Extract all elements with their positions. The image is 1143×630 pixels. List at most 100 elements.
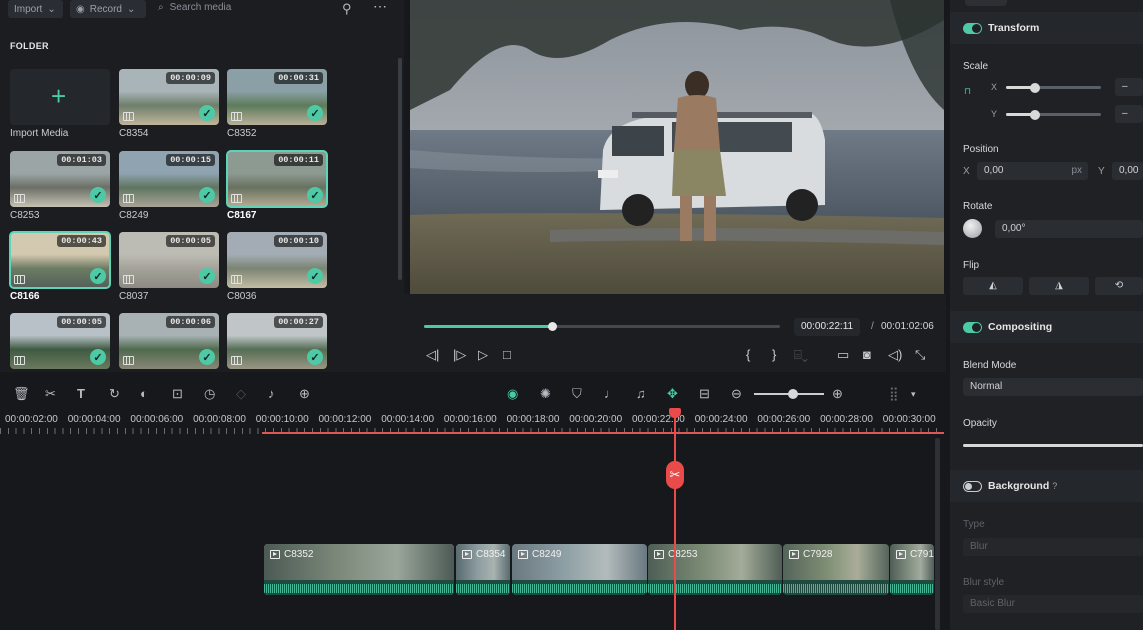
search-input[interactable]: Search media [170, 2, 232, 13]
previous-frame-icon[interactable]: ◁| [426, 348, 439, 361]
media-thumbnail[interactable]: 00:00:31 ✓ [227, 69, 327, 125]
more-options-icon[interactable]: ⋯ [373, 0, 387, 15]
timeline-clip[interactable]: C8354 [456, 544, 510, 595]
auto-caption-icon[interactable]: ⊕ [299, 386, 310, 402]
cut-icon[interactable]: ✂ [45, 386, 56, 402]
media-name: C8253 [10, 210, 40, 221]
effect-icon[interactable]: ✺ [540, 386, 551, 402]
snapshot-icon[interactable]: ◙ [863, 348, 871, 361]
position-x-field[interactable]: 0,00 px [977, 162, 1088, 180]
search-box[interactable]: ⌕ Search media [158, 2, 231, 13]
media-thumbnail[interactable]: 00:00:11 ✓ [226, 150, 328, 208]
rotate-dial[interactable] [963, 219, 982, 238]
compositing-toggle[interactable] [963, 322, 982, 333]
stop-icon[interactable]: □ [503, 348, 511, 361]
rotate-90-button[interactable]: ⟲ [1095, 277, 1143, 295]
playhead[interactable] [674, 410, 676, 630]
folder-label: FOLDER [10, 41, 49, 51]
play-icon[interactable]: ▷ [478, 348, 488, 361]
timeline-clip[interactable]: C8253 [648, 544, 782, 595]
speed-icon[interactable]: ↻ [109, 386, 120, 402]
flip-horizontal-button[interactable]: ◭ [963, 277, 1023, 295]
flip-label: Flip [963, 260, 980, 271]
zoom-slider[interactable] [754, 389, 824, 399]
timeline-clip[interactable]: C7928 [783, 544, 889, 595]
scale-x-field[interactable]: – [1115, 78, 1143, 96]
scale-x-slider[interactable] [1006, 83, 1101, 93]
help-icon[interactable]: ? [1052, 481, 1057, 491]
playback-scrubber[interactable] [548, 322, 558, 331]
media-thumbnail[interactable]: 00:00:15 ✓ [119, 151, 219, 207]
timeline-ruler[interactable]: 00:00:02:00 00:00:04:00 00:00:06:00 00:00:0… [0, 410, 944, 434]
filter-icon[interactable]: ⚲ [342, 1, 352, 17]
audio-adjust-icon[interactable]: ♪ [268, 386, 275, 401]
media-name: C8352 [227, 128, 257, 139]
background-toggle[interactable] [963, 481, 982, 492]
shield-icon[interactable]: ⛉ [572, 386, 582, 402]
position-y-field[interactable]: 0,00 [1112, 162, 1143, 180]
scale-y-slider[interactable] [1006, 110, 1101, 120]
scale-y-knob[interactable] [1030, 110, 1040, 120]
import-dropdown[interactable]: Import ⌄ [8, 0, 63, 18]
playback-progress-bar[interactable] [424, 322, 780, 331]
display-icon[interactable]: ▭ [837, 348, 849, 361]
media-thumbnail[interactable]: 00:00:10 ✓ [227, 232, 327, 288]
media-thumbnail[interactable]: 00:01:03 ✓ [10, 151, 110, 207]
timeline-clip[interactable]: C791 [890, 544, 934, 595]
chevron-down-icon[interactable]: ▾ [911, 389, 916, 400]
rotate-field[interactable]: 0,00° [995, 220, 1143, 238]
rotate-90-icon: ⟲ [1114, 280, 1124, 291]
snap-icon[interactable]: ◉ [507, 386, 518, 402]
delete-icon[interactable]: 🗑 [13, 386, 30, 402]
fit-icon[interactable]: ⊟ [699, 386, 710, 402]
zoom-knob[interactable] [788, 389, 798, 399]
scale-x-knob[interactable] [1030, 83, 1040, 93]
color-icon[interactable]: ◐ [140, 386, 148, 401]
media-scrollbar[interactable] [398, 58, 402, 280]
music-icon[interactable]: ♫ [636, 386, 646, 401]
opacity-slider[interactable] [963, 444, 1143, 447]
scale-y-field[interactable]: – [1115, 105, 1143, 123]
record-dropdown[interactable]: ◉ Record ⌄ [70, 0, 146, 18]
mark-out-icon[interactable]: } [772, 348, 776, 361]
media-thumbnail[interactable]: 00:00:43 ✓ [9, 231, 111, 289]
ruler-time-label: 00:00:10:00 [255, 414, 309, 425]
blend-mode-select[interactable]: Normal [963, 378, 1143, 396]
media-thumbnail[interactable]: 00:00:05 ✓ [119, 232, 219, 288]
duration-badge: 00:00:05 [166, 235, 215, 247]
media-thumbnail[interactable]: 00:00:27 ✓ [227, 313, 327, 369]
flip-vertical-button[interactable]: ◮ [1029, 277, 1089, 295]
fullscreen-icon[interactable]: ⤡ [915, 348, 925, 361]
split-icon[interactable]: ✥ [667, 386, 678, 402]
type-select[interactable]: Blur [963, 538, 1143, 556]
text-icon[interactable]: T [77, 386, 85, 401]
clip-name: C8354 [476, 549, 506, 560]
zoom-out-icon[interactable]: ⊖ [731, 386, 742, 402]
clip-audio-waveform [783, 580, 889, 595]
timeline-scrollbar[interactable] [935, 438, 940, 630]
marker-icon[interactable]: ⌸⌄ [794, 348, 808, 361]
timeline-clip[interactable]: C8352 [264, 544, 454, 595]
next-frame-icon[interactable]: |▷ [453, 348, 466, 361]
media-thumbnail[interactable]: 00:00:05 ✓ [10, 313, 110, 369]
timeline-clip[interactable]: C8249 [512, 544, 647, 595]
compositing-section-header: Compositing [950, 311, 1143, 343]
lock-icon[interactable]: ⊓ [964, 86, 971, 97]
keyframe-icon[interactable]: ◇ [236, 386, 246, 402]
transform-toggle[interactable] [963, 23, 982, 34]
microphone-icon[interactable]: ♩ [604, 386, 617, 401]
blur-style-select[interactable]: Basic Blur [963, 595, 1143, 613]
video-clip-icon [231, 194, 242, 203]
layout-icon[interactable]: ⣿ [889, 386, 899, 402]
timer-icon[interactable]: ◷ [204, 386, 215, 402]
crop-icon[interactable]: ⊡ [172, 386, 183, 402]
volume-icon[interactable]: ◁) [888, 348, 902, 361]
panel-tab[interactable] [965, 0, 1007, 6]
ruler-time-label: 00:00:04:00 [67, 414, 121, 425]
media-thumbnail[interactable]: 00:00:09 ✓ [119, 69, 219, 125]
zoom-in-icon[interactable]: ⊕ [832, 386, 843, 402]
import-media-tile[interactable]: + [10, 69, 110, 125]
split-scissor-button[interactable]: ✂ [666, 461, 684, 489]
media-thumbnail[interactable]: 00:00:06 ✓ [119, 313, 219, 369]
mark-in-icon[interactable]: { [746, 348, 750, 361]
